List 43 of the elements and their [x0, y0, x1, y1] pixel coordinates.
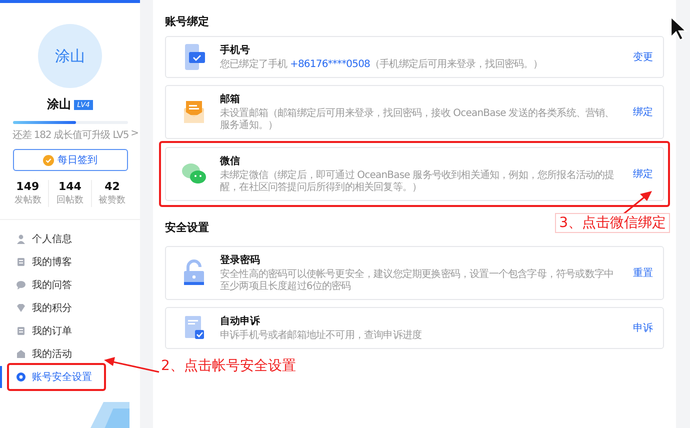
action-link[interactable]: 变更: [633, 50, 653, 64]
menu-item[interactable]: 我的问答: [0, 274, 140, 296]
action-link[interactable]: 申诉: [633, 321, 653, 335]
growth-hint: 还差 182 成长值可升级 LV5: [12, 128, 129, 142]
card-title: 微信: [220, 154, 241, 168]
avatar: 涂山: [38, 24, 102, 88]
stat-label: 回帖数: [56, 194, 84, 206]
menu-item[interactable]: 我的博客: [0, 251, 140, 273]
action-link[interactable]: 重置: [633, 266, 653, 280]
card-title: 登录密码: [220, 254, 261, 267]
annotation-text: 2、点击帐号安全设置: [161, 357, 296, 375]
section-title: 账号绑定: [165, 14, 209, 29]
coin-icon: [42, 154, 54, 166]
menu-item[interactable]: 我的订单: [0, 320, 140, 342]
checkin-button[interactable]: 每日签到: [12, 149, 128, 171]
stat-label: 发帖数: [14, 194, 42, 206]
chat-icon: [16, 280, 26, 290]
card-title: 邮箱: [220, 92, 241, 106]
card-description: 未绑定微信（绑定后，即可通过 OceanBase 服务号收到相关通知，例如，您所报名活动的提醒，在社区问答提问后所得到的相关回复等。）: [220, 170, 616, 194]
menu-item[interactable]: 我的积分: [0, 297, 140, 319]
diamond-icon: [16, 303, 26, 313]
section-title: 安全设置: [165, 220, 209, 235]
annotation-text: 3、点击微信绑定: [555, 213, 670, 233]
caret-icon[interactable]: >: [130, 128, 138, 142]
card-description: 安全性高的密码可以使帐号更安全，建议您定期更换密码，设置一个包含字母，符号或数字中至少两项且长度超过6位的密码: [220, 269, 615, 293]
card-title: 手机号: [220, 44, 251, 57]
user-name: 涂山: [47, 96, 72, 113]
stat-label: 被赞数: [98, 194, 126, 206]
person-icon: [16, 234, 26, 244]
card-description: 您已绑定了手机 +86176****0508（手机绑定后可用来登录，找回密码。）: [220, 59, 544, 71]
menu-item[interactable]: 账号安全设置: [0, 366, 140, 388]
card-description: 申诉手机号或者邮箱地址不可用，查询申诉进度: [220, 330, 423, 342]
menu-item[interactable]: 我的活动: [0, 343, 140, 365]
annotation-arrow: [103, 357, 161, 375]
stat-value: 144: [58, 180, 82, 193]
stat-value: 149: [16, 180, 40, 193]
action-link[interactable]: 绑定: [633, 105, 653, 119]
stat-value: 42: [104, 180, 120, 193]
phone-number-link[interactable]: +86176****0508: [290, 59, 370, 70]
card-description: 未设置邮箱（邮箱绑定后可用来登录，找回密码，接收 OceanBase 发送的各类系统、营销、服务通知。）: [220, 108, 616, 132]
card-title: 自动申诉: [220, 314, 261, 328]
action-link[interactable]: 绑定: [633, 167, 653, 181]
menu-item[interactable]: 个人信息: [0, 228, 140, 250]
